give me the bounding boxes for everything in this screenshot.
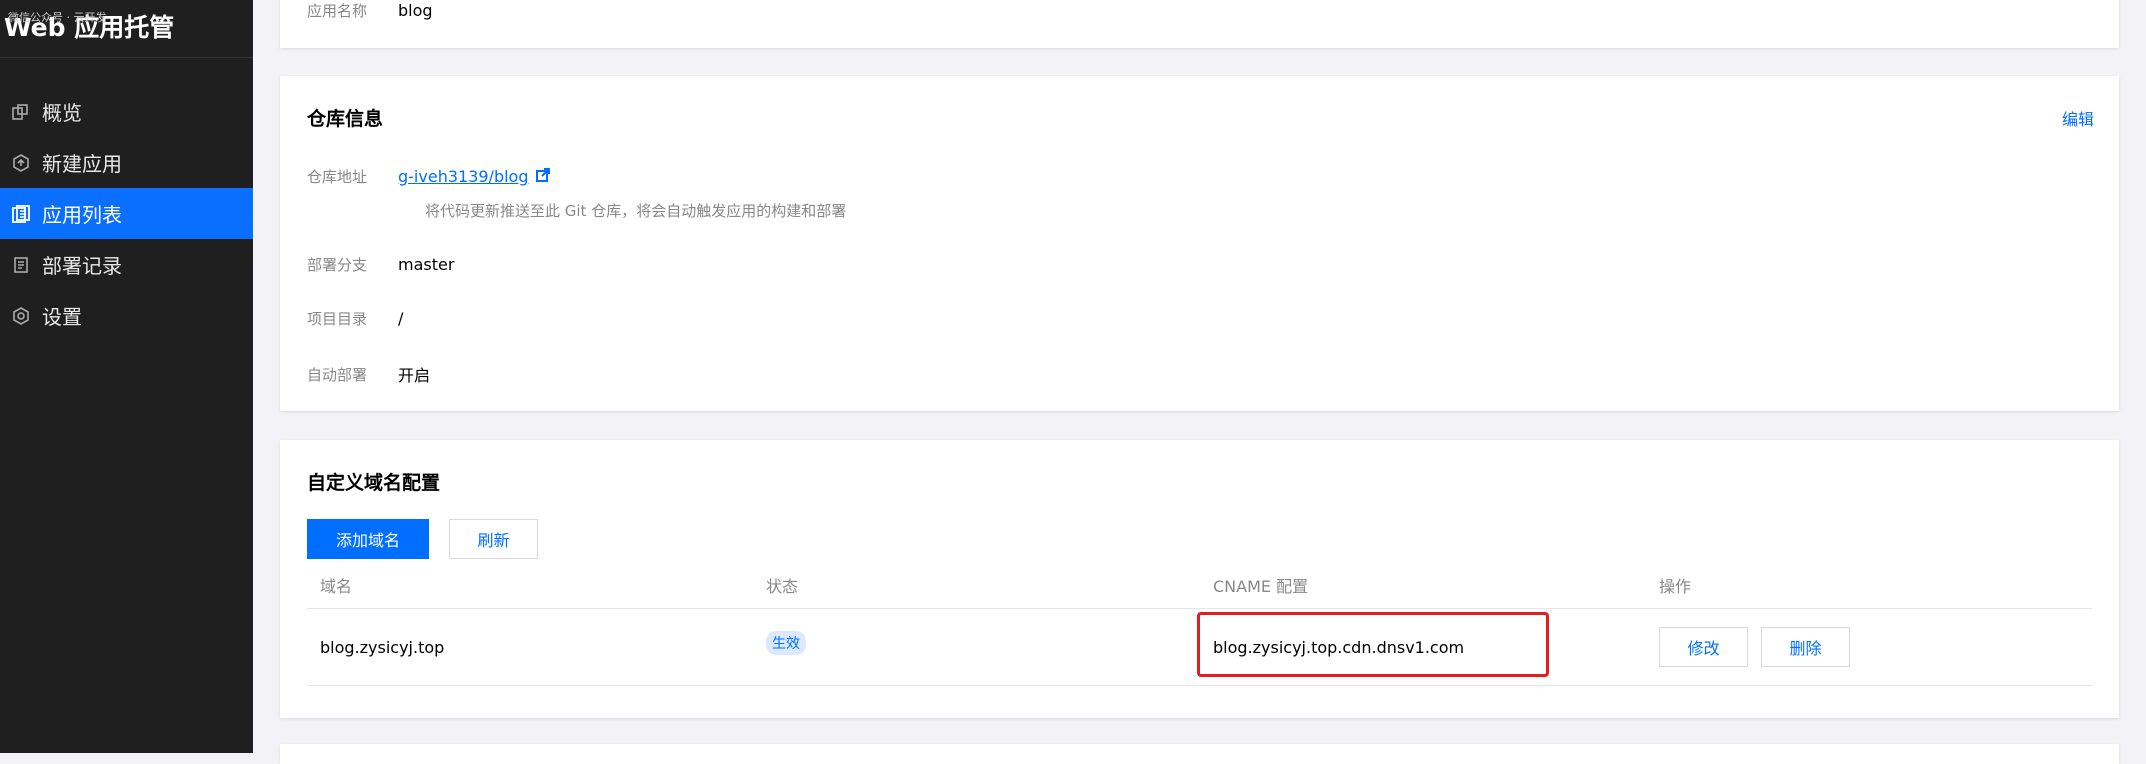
edit-domain-button[interactable]: 修改 (1659, 627, 1748, 667)
create-icon (0, 153, 42, 173)
sidebar-item-label: 部署记录 (42, 254, 122, 278)
domain-cell: blog.zysicyj.top (320, 609, 444, 685)
auto-deploy-value: 开启 (398, 366, 431, 385)
project-dir-label: 项目目录 (307, 310, 368, 328)
sidebar-item-label: 应用列表 (42, 203, 122, 227)
domain-value: blog.zysicyj.top (320, 637, 445, 657)
sidebar-item-create[interactable]: 新建应用 (0, 137, 253, 188)
sidebar-nav: 概览 新建应用 应用列表 部署记录 设置 (0, 86, 253, 341)
status-badge: 生效 (766, 631, 806, 655)
edit-repo-link[interactable]: 编辑 (2062, 106, 2094, 130)
sidebar-item-label: 设置 (42, 305, 82, 329)
status-cell: 生效 (766, 609, 806, 685)
sidebar: Web 应用托管 微信公众号 · 云开发 概览 新建应用 应用列表 部署记录 设… (0, 0, 253, 753)
column-header-cname: CNAME 配置 (1213, 577, 1309, 596)
app-info-card: 应用名称 blog (280, 0, 2119, 48)
column-header-status: 状态 (766, 577, 799, 596)
refresh-button[interactable]: 刷新 (449, 519, 538, 559)
repo-address-row: 仓库地址 g-iveh3139/blog (307, 166, 551, 187)
branch-value: master (398, 255, 455, 274)
app-name-row: 应用名称 blog (307, 0, 433, 21)
sidebar-item-settings[interactable]: 设置 (0, 290, 253, 341)
branch-label: 部署分支 (307, 256, 368, 274)
actions-cell: 修改 删除 (1659, 609, 1850, 685)
project-dir-row: 项目目录 / (307, 308, 403, 329)
app-name-label: 应用名称 (307, 2, 368, 20)
overview-icon (0, 102, 42, 122)
repo-address-label: 仓库地址 (307, 168, 368, 186)
domain-card-title: 自定义域名配置 (307, 472, 441, 494)
column-header-actions: 操作 (1659, 577, 1692, 596)
sidebar-item-deploy-records[interactable]: 部署记录 (0, 239, 253, 290)
delete-domain-button[interactable]: 删除 (1761, 627, 1850, 667)
external-link-icon[interactable] (536, 167, 551, 186)
cname-highlight-box (1197, 612, 1549, 677)
next-card (280, 744, 2119, 764)
sidebar-item-label: 新建应用 (42, 152, 122, 176)
add-domain-button[interactable]: 添加域名 (307, 519, 429, 559)
app-name-value: blog (398, 1, 433, 20)
auto-deploy-row: 自动部署 开启 (307, 362, 430, 386)
repo-address-link[interactable]: g-iveh3139/blog (398, 167, 528, 186)
app-subtitle: 微信公众号 · 云开发 (8, 11, 107, 24)
list-icon (0, 204, 42, 224)
branch-row: 部署分支 master (307, 254, 454, 275)
table-row-divider (307, 685, 2092, 686)
auto-deploy-label: 自动部署 (307, 365, 368, 384)
sidebar-header: Web 应用托管 微信公众号 · 云开发 (0, 0, 253, 58)
custom-domain-card: 自定义域名配置 添加域名 刷新 域名 状态 CNAME 配置 操作 blog.z… (280, 440, 2119, 718)
project-dir-value: / (398, 309, 404, 328)
repo-info-card: 仓库信息 编辑 仓库地址 g-iveh3139/blog 将代码更新推送至此 G… (280, 76, 2119, 411)
record-icon (0, 255, 42, 275)
repo-card-title: 仓库信息 (307, 108, 384, 130)
sidebar-item-label: 概览 (42, 101, 82, 125)
repo-hint: 将代码更新推送至此 Git 仓库，将会自动触发应用的构建和部署 (425, 202, 847, 220)
sidebar-item-overview[interactable]: 概览 (0, 86, 253, 137)
column-header-domain: 域名 (320, 577, 353, 596)
settings-icon (0, 306, 42, 326)
sidebar-item-app-list[interactable]: 应用列表 (0, 188, 253, 239)
main-content: 应用名称 blog 仓库信息 编辑 仓库地址 g-iveh3139/blog 将… (253, 0, 2146, 764)
